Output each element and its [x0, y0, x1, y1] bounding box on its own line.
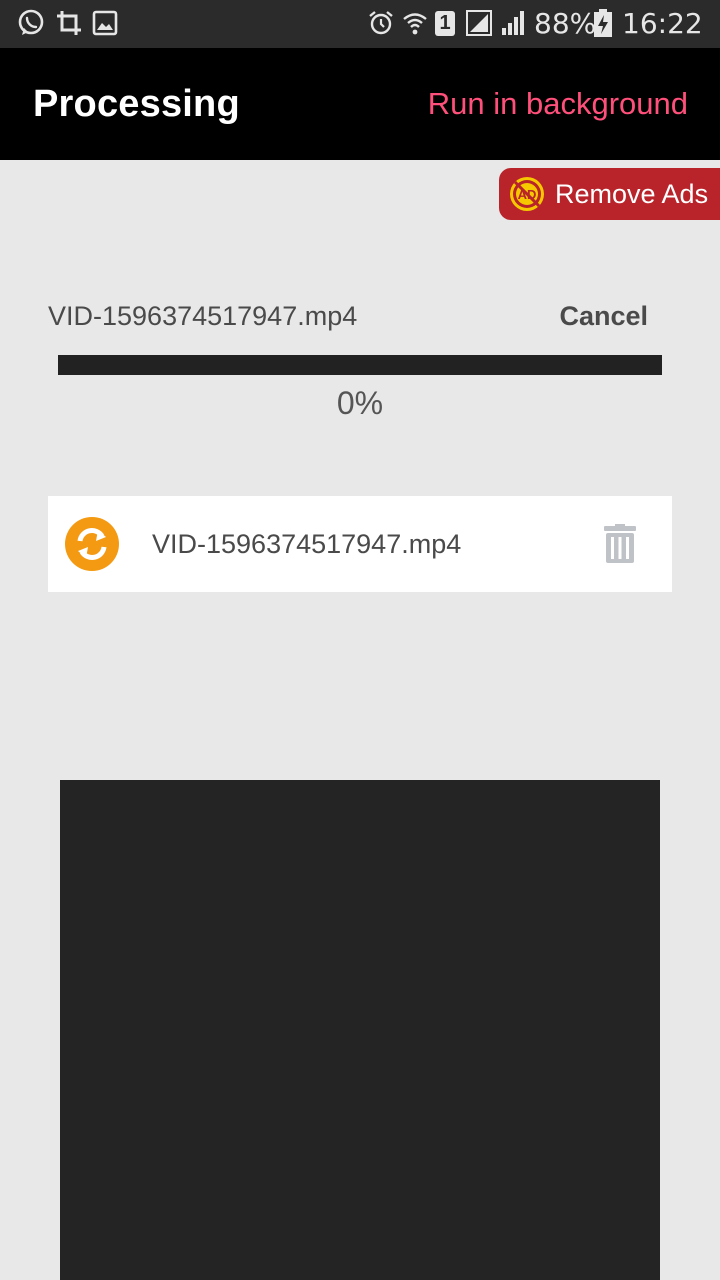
list-item[interactable]: VID-1596374517947.mp4 [48, 496, 672, 592]
run-in-background-button[interactable]: Run in background [428, 48, 688, 160]
gallery-icon [90, 8, 120, 38]
remove-ads-button[interactable]: AD Remove Ads [499, 168, 720, 220]
app-bar: Processing Run in background [0, 48, 720, 160]
signal-icon [464, 8, 494, 38]
ad-banner[interactable] [60, 780, 660, 1280]
status-bar: 1 88% 16:22 [0, 0, 720, 48]
wifi-icon [400, 8, 430, 38]
no-ads-icon: AD [510, 177, 544, 211]
battery-charging-icon [592, 8, 614, 38]
battery-percent: 88% [534, 7, 597, 40]
sim-slot-label: 1 [439, 12, 451, 34]
current-file-name: VID-1596374517947.mp4 [48, 301, 358, 331]
remove-ads-label: Remove Ads [555, 178, 709, 209]
sim-icon: 1 [430, 8, 460, 38]
progress-percent: 0% [336, 385, 384, 421]
alarm-icon [366, 8, 396, 38]
cancel-button[interactable]: Cancel [559, 294, 648, 338]
clock: 16:22 [622, 7, 703, 40]
sync-icon [65, 517, 119, 571]
page-title: Processing [33, 83, 240, 125]
progress-bar [58, 355, 662, 375]
crop-icon [54, 8, 84, 38]
signal-icon [498, 8, 528, 38]
trash-icon[interactable] [598, 524, 642, 564]
queue-file-name: VID-1596374517947.mp4 [152, 529, 462, 559]
whatsapp-icon [16, 8, 46, 38]
